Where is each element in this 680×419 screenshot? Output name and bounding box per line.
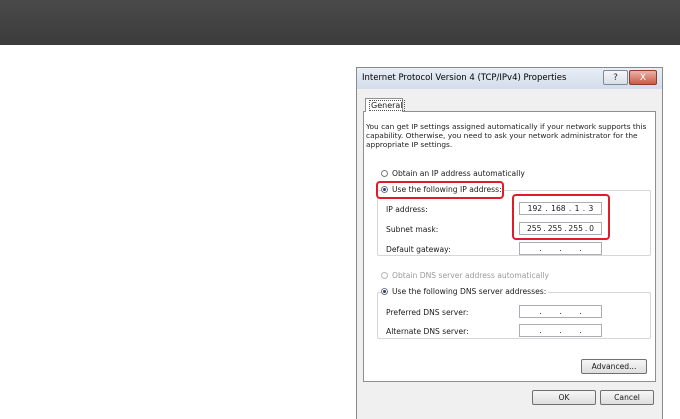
close-button[interactable]: X <box>629 70 657 85</box>
dialog-title: Internet Protocol Version 4 (TCP/IPv4) P… <box>362 73 567 83</box>
description-text: You can get IP settings assigned automat… <box>366 122 647 149</box>
radio-manual-dns-circle[interactable] <box>381 288 388 295</box>
radio-auto-ip[interactable]: Obtain an IP address automatically <box>381 169 525 178</box>
title-bar: Internet Protocol Version 4 (TCP/IPv4) P… <box>357 68 662 89</box>
radio-auto-dns[interactable]: Obtain DNS server address automatically <box>381 271 549 280</box>
tab-general-label: General <box>369 100 405 111</box>
ip-address-label: IP address: <box>386 205 428 214</box>
preferred-dns-label: Preferred DNS server: <box>386 308 469 317</box>
advanced-button[interactable]: Advanced... <box>581 359 647 374</box>
cancel-button[interactable]: Cancel <box>600 390 654 405</box>
help-button[interactable]: ? <box>603 70 628 85</box>
help-icon: ? <box>613 72 618 83</box>
highlight-manual-ip-radio <box>376 181 504 199</box>
radio-auto-ip-circle[interactable] <box>381 170 388 177</box>
radio-manual-dns[interactable]: Use the following DNS server addresses: <box>381 287 549 296</box>
ipv4-properties-dialog: Internet Protocol Version 4 (TCP/IPv4) P… <box>356 67 663 419</box>
subnet-mask-label: Subnet mask: <box>386 225 439 234</box>
radio-manual-dns-label: Use the following DNS server addresses: <box>392 287 547 296</box>
highlight-ip-subnet-fields <box>512 194 610 240</box>
close-icon: X <box>639 72 647 83</box>
radio-auto-dns-circle[interactable] <box>381 272 388 279</box>
default-gateway-label: Default gateway: <box>386 245 451 254</box>
ok-button[interactable]: OK <box>532 390 596 405</box>
radio-auto-dns-label: Obtain DNS server address automatically <box>392 271 549 280</box>
preferred-dns-field[interactable]: ... <box>519 305 602 318</box>
alternate-dns-label: Alternate DNS server: <box>386 327 469 336</box>
alternate-dns-field[interactable]: ... <box>519 324 602 337</box>
tab-general[interactable]: General <box>365 98 405 112</box>
radio-auto-ip-label: Obtain an IP address automatically <box>392 169 525 178</box>
top-banner <box>0 0 680 45</box>
default-gateway-field[interactable]: . . . <box>519 242 602 255</box>
